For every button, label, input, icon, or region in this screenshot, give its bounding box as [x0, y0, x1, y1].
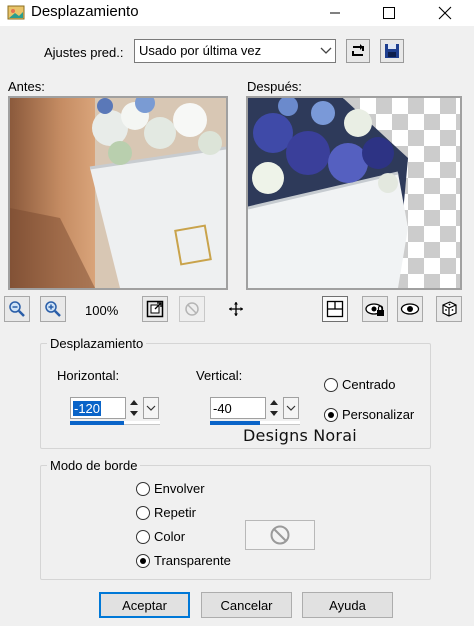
maximize-button[interactable] — [366, 0, 412, 26]
pan-icon — [229, 302, 243, 316]
horizontal-label: Horizontal: — [57, 368, 120, 383]
randomize-icon — [442, 301, 457, 317]
help-button[interactable]: Ayuda — [302, 592, 393, 618]
no-zoom-button[interactable] — [179, 296, 205, 322]
chevron-down-icon[interactable] — [317, 40, 335, 62]
fit-window-icon — [146, 300, 164, 318]
pan-button[interactable] — [223, 296, 249, 322]
radio-color-dot[interactable] — [136, 529, 150, 544]
proof-button[interactable] — [322, 296, 348, 322]
preview-lock-button[interactable] — [362, 296, 388, 322]
auto-proof-button[interactable] — [397, 296, 423, 322]
horizontal-value: -120 — [73, 401, 102, 416]
watermark-text: Designs Norai — [243, 426, 357, 445]
ok-button[interactable]: Aceptar — [99, 592, 190, 618]
edge-color-swatch[interactable] — [245, 520, 315, 550]
before-label: Antes: — [8, 79, 45, 94]
zoom-out-icon — [9, 301, 25, 317]
radio-color-label: Color — [154, 529, 186, 544]
no-zoom-icon — [185, 302, 199, 316]
cancel-button[interactable]: Cancelar — [201, 592, 292, 618]
chevron-down-icon — [286, 405, 296, 411]
after-label: Después: — [247, 79, 302, 94]
vertical-slider[interactable] — [210, 421, 300, 425]
zoom-in-button[interactable] — [40, 296, 66, 322]
app-icon — [7, 4, 25, 20]
radio-repeat-dot[interactable] — [136, 505, 150, 520]
reset-icon — [352, 44, 364, 56]
offset-group — [40, 343, 431, 449]
vertical-slider-fill — [210, 421, 260, 425]
close-icon — [438, 6, 452, 20]
vertical-value: -40 — [213, 401, 232, 416]
horizontal-slider-fill — [70, 421, 124, 425]
fit-window-button[interactable] — [142, 296, 168, 322]
after-preview[interactable] — [246, 96, 462, 290]
disabled-icon — [270, 525, 290, 545]
randomize-button[interactable] — [436, 296, 462, 322]
radio-transparent-dot[interactable] — [136, 553, 150, 568]
radio-wrap-dot[interactable] — [136, 481, 150, 496]
save-preset-button[interactable] — [380, 39, 404, 63]
chevron-down-icon — [146, 405, 156, 411]
horizontal-input[interactable]: -120 — [70, 397, 126, 419]
before-preview[interactable] — [8, 96, 228, 290]
before-preview-image — [10, 98, 226, 288]
reset-preset-button[interactable] — [346, 39, 370, 63]
window-title: Desplazamiento — [31, 3, 139, 20]
after-preview-image — [248, 98, 460, 288]
horizontal-dropdown[interactable] — [143, 397, 159, 419]
presets-value: Usado por última vez — [139, 43, 262, 58]
edge-mode-group — [40, 465, 431, 580]
vertical-dropdown[interactable] — [283, 397, 299, 419]
horizontal-spinner[interactable] — [127, 397, 141, 419]
radio-transparent[interactable]: Transparente — [136, 553, 231, 568]
presets-combobox[interactable]: Usado por última vez — [134, 39, 336, 63]
vertical-label: Vertical: — [196, 368, 243, 383]
radio-centered-dot[interactable] — [324, 377, 338, 392]
radio-transparent-label: Transparente — [154, 553, 231, 568]
horizontal-slider[interactable] — [70, 421, 160, 425]
radio-color[interactable]: Color — [136, 529, 185, 544]
zoom-in-icon — [45, 301, 61, 317]
radio-wrap-label: Envolver — [154, 481, 205, 496]
zoom-out-button[interactable] — [4, 296, 30, 322]
radio-custom[interactable]: Personalizar — [324, 407, 414, 422]
radio-repeat-label: Repetir — [154, 505, 196, 520]
eye-icon — [400, 303, 420, 315]
zoom-level: 100% — [85, 303, 119, 318]
offset-group-title: Desplazamiento — [47, 336, 147, 351]
radio-wrap[interactable]: Envolver — [136, 481, 205, 496]
spin-arrows-icon — [130, 400, 138, 416]
radio-centered[interactable]: Centrado — [324, 377, 395, 392]
edge-mode-group-title: Modo de borde — [47, 458, 141, 473]
save-icon — [385, 44, 399, 58]
maximize-icon — [383, 7, 395, 19]
radio-centered-label: Centrado — [342, 377, 396, 392]
radio-custom-dot[interactable] — [324, 407, 338, 422]
minimize-icon — [330, 12, 340, 14]
spin-arrows-icon — [270, 400, 278, 416]
radio-repeat[interactable]: Repetir — [136, 505, 196, 520]
radio-custom-label: Personalizar — [342, 407, 415, 422]
preview-lock-icon — [365, 303, 384, 316]
presets-label: Ajustes pred.: — [44, 45, 124, 60]
vertical-spinner[interactable] — [267, 397, 281, 419]
close-button[interactable] — [422, 0, 468, 26]
minimize-button[interactable] — [312, 0, 358, 26]
proof-icon — [326, 300, 344, 318]
vertical-input[interactable]: -40 — [210, 397, 266, 419]
